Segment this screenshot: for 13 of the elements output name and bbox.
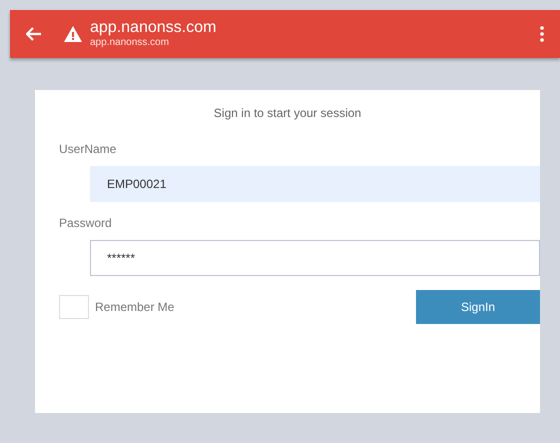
password-label: Password: [59, 216, 113, 230]
signin-button[interactable]: SignIn: [416, 290, 540, 324]
back-arrow-icon[interactable]: [26, 27, 42, 41]
username-field[interactable]: EMP00021: [90, 166, 540, 202]
page-title: app.nanonss.com: [90, 19, 218, 37]
login-heading: Sign in to start your session: [212, 106, 362, 120]
remember-checkbox[interactable]: [59, 295, 89, 319]
more-options-icon[interactable]: [540, 26, 544, 42]
username-label: UserName: [59, 142, 118, 156]
warning-icon: [64, 26, 82, 42]
password-field[interactable]: ******: [90, 240, 540, 276]
page-url: app.nanonss.com: [90, 37, 170, 49]
remember-label: Remember Me: [95, 300, 176, 314]
